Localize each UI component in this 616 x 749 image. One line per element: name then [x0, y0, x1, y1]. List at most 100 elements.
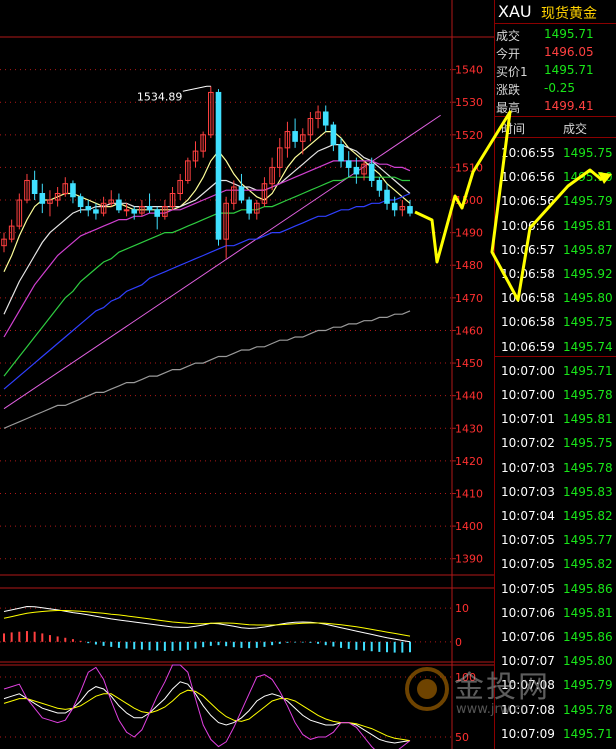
tick-row: 10:06:56 1495.79 [495, 189, 616, 213]
candle-body [368, 163, 375, 181]
y-tick-label: 1480 [455, 259, 483, 272]
candle-body [70, 183, 76, 198]
tick-price: 1495.78 [563, 388, 613, 402]
tick-price: 1495.71 [563, 363, 613, 378]
tick-time: 10:06:58 [501, 315, 555, 330]
tick-time: 10:07:05 [501, 581, 555, 596]
y-tick-label: 1520 [455, 129, 483, 142]
candle-body [77, 196, 84, 208]
quote-row: 涨跌 -0.25 [495, 79, 616, 97]
y-tick-label: 1500 [455, 194, 483, 207]
candle-body [376, 179, 383, 191]
y-tick-label: 1450 [455, 357, 483, 370]
tick-time: 10:07:03 [501, 484, 555, 499]
watermark-url: www.jrw.cn [456, 702, 529, 717]
tick-time: 10:07:06 [501, 630, 555, 644]
tick-time: 10:07:04 [501, 509, 555, 523]
y-tick-label: 1400 [455, 520, 483, 533]
quote-row: 最高 1499.41 [495, 97, 616, 115]
quote-value: 1495.71 [544, 63, 594, 77]
high-annotation: 1534.89 [137, 90, 183, 103]
quote-row: 今开 1496.05 [495, 43, 616, 61]
candle-body [85, 206, 92, 211]
tick-row: 10:06:57 1495.87 [495, 238, 616, 262]
tick-price: 1495.77 [563, 533, 613, 548]
macd-dea-line [3, 610, 411, 637]
tick-time: 10:06:58 [501, 267, 555, 281]
tick-time: 10:07:06 [501, 605, 555, 620]
tick-time: 10:07:02 [501, 436, 555, 451]
instrument-name: 现货黄金 [541, 6, 597, 22]
tick-time: 10:06:58 [501, 291, 555, 306]
candle-body [246, 199, 252, 214]
candle-body [391, 202, 398, 211]
tick-row: 10:07:04 1495.82 [495, 504, 616, 528]
candle-body [93, 209, 99, 214]
y-tick-label: 1420 [455, 455, 483, 468]
quote-row: 买价1 1495.71 [495, 61, 616, 79]
quote-label: 成交 [496, 29, 521, 43]
tick-row: 10:07:00 1495.78 [495, 383, 616, 407]
quote-value: 1495.71 [544, 27, 594, 41]
tick-time: 10:07:05 [501, 533, 555, 548]
candle-body [215, 91, 222, 240]
quote-value: 1496.05 [544, 45, 594, 59]
candle-body [154, 209, 161, 217]
annotation-leader [182, 85, 211, 92]
tick-price: 1495.81 [563, 218, 613, 233]
tick-row: 10:07:00 1495.71 [495, 359, 616, 383]
macd-dif-line [3, 605, 411, 643]
tick-row: 10:07:01 1495.81 [495, 407, 616, 431]
tick-time: 10:07:00 [501, 388, 555, 402]
candle-body [322, 111, 329, 126]
tick-row: 10:06:58 1495.92 [495, 262, 616, 286]
quote-header: XAU 现货黄金 [495, 0, 616, 24]
tick-price: 1495.86 [563, 630, 613, 644]
y-tick-label: 1410 [455, 487, 483, 500]
tick-price: 1495.92 [563, 267, 613, 281]
tick-price: 1495.82 [563, 509, 613, 523]
kdj-k-line [3, 681, 411, 744]
candle-body [353, 166, 360, 175]
kdj-tick-label: 50 [455, 731, 469, 744]
tick-row: 10:07:09 1495.71 [495, 722, 616, 746]
tick-row: 10:07:05 1495.77 [495, 528, 616, 552]
y-tick-label: 1460 [455, 324, 483, 337]
ticks-separator [495, 356, 616, 357]
tick-time: 10:06:55 [501, 146, 555, 160]
tick-row: 10:07:05 1495.82 [495, 552, 616, 576]
candle-body [31, 179, 38, 195]
y-tick-label: 1470 [455, 292, 483, 305]
macd-tick-label: 10 [455, 602, 469, 615]
tick-row: 10:07:06 1495.81 [495, 601, 616, 625]
tick-price: 1495.71 [563, 726, 613, 741]
y-tick-label: 1510 [455, 161, 483, 174]
y-tick-label: 1440 [455, 390, 483, 403]
watermark-text: 金投网 [454, 670, 550, 705]
quote-value: 1499.41 [544, 99, 594, 113]
y-tick-label: 1430 [455, 422, 483, 435]
tick-row: 10:06:56 1495.81 [495, 214, 616, 238]
tick-price: 1495.81 [563, 412, 613, 427]
tick-price: 1495.83 [563, 484, 613, 499]
quote-value: -0.25 [544, 81, 576, 95]
tick-row: 10:06:56 1495.90 [495, 165, 616, 189]
tick-time: 10:07:03 [501, 460, 555, 475]
candle-body [123, 209, 130, 212]
price-chart: 1390 1400 1410 1420 1430 1440 1450 1460 1470 1480… [0, 0, 494, 749]
candle-body [384, 189, 390, 204]
y-tick-label: 1530 [455, 96, 483, 109]
tick-price: 1495.75 [563, 436, 613, 451]
tick-time: 10:06:57 [501, 242, 555, 257]
candle-body [292, 131, 298, 142]
tick-time: 10:07:09 [501, 726, 555, 741]
candle-body [330, 124, 337, 146]
quote-panel: XAU 现货黄金 成交 1495.71 今开 1496.05 买价1 1495.71 涨跌 -… [494, 0, 616, 749]
tick-row: 10:06:58 1495.75 [495, 310, 616, 334]
quote-label: 今开 [496, 47, 521, 61]
moving-average-line [3, 192, 411, 390]
tick-row: 10:07:06 1495.86 [495, 625, 616, 649]
tick-row: 10:06:59 1495.74 [495, 335, 616, 359]
tick-row: 10:07:05 1495.86 [495, 577, 616, 601]
tick-price: 1495.86 [563, 581, 613, 596]
